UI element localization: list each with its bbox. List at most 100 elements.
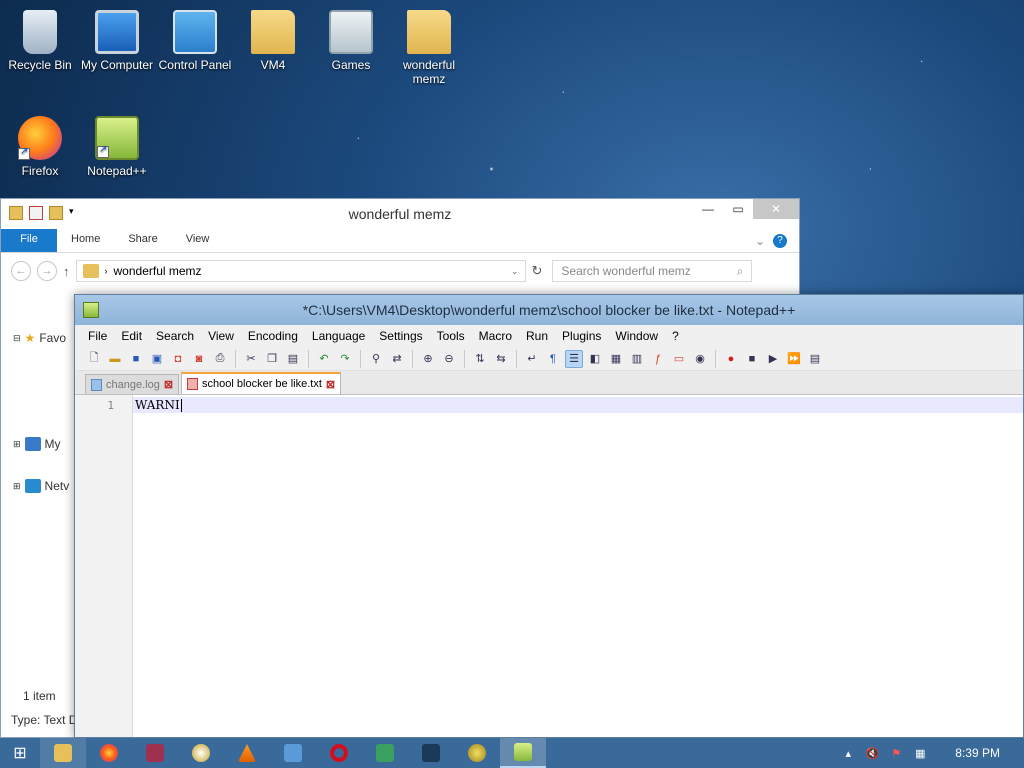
show-all-chars-icon[interactable]: ¶ <box>544 350 562 368</box>
notepadpp-titlebar[interactable]: *C:\Users\VM4\Desktop\wonderful memz\sch… <box>75 295 1023 325</box>
word-wrap-icon[interactable]: ↵ <box>523 350 541 368</box>
help-icon[interactable]: ? <box>773 233 787 248</box>
taskbar-firefox[interactable] <box>86 738 132 768</box>
up-arrow-icon[interactable]: ↑ <box>63 264 70 279</box>
menu-view[interactable]: View <box>201 329 241 343</box>
run-macro-multiple-icon[interactable]: ⏩ <box>785 350 803 368</box>
new-file-icon[interactable]: 🗋 <box>85 350 103 368</box>
sync-horizontal-icon[interactable]: ⇆ <box>492 350 510 368</box>
address-bar[interactable]: › wonderful memz ⌄ <box>75 260 526 282</box>
expand-icon[interactable]: ⊟ <box>13 333 21 344</box>
show-hidden-icons-icon[interactable]: ▴ <box>841 746 855 760</box>
close-file-icon[interactable]: ◘ <box>169 350 187 368</box>
menu-file[interactable]: File <box>81 329 114 343</box>
minimize-button[interactable]: — <box>693 199 723 219</box>
zoom-out-icon[interactable]: ⊖ <box>440 350 458 368</box>
record-macro-icon[interactable]: ● <box>722 350 740 368</box>
close-tab-icon[interactable]: ⊠ <box>326 378 335 391</box>
print-icon[interactable]: ⎙ <box>211 350 229 368</box>
forward-button[interactable]: → <box>37 261 57 281</box>
close-all-icon[interactable]: ◙ <box>190 350 208 368</box>
expand-ribbon-icon[interactable]: ⌄ <box>755 234 765 248</box>
desktop-icon-recycle-bin[interactable]: Recycle Bin <box>2 4 78 72</box>
desktop-icon-games[interactable]: Games <box>313 4 389 72</box>
tree-item-network[interactable]: ⊞ Netv <box>13 479 69 493</box>
taskbar-winrar[interactable] <box>132 738 178 768</box>
play-macro-icon[interactable]: ▶ <box>764 350 782 368</box>
desktop-icon-vm4[interactable]: VM4 <box>235 4 311 72</box>
menu-macro[interactable]: Macro <box>472 329 519 343</box>
desktop-icon-control-panel[interactable]: Control Panel <box>157 4 233 72</box>
document-map-icon[interactable]: ▦ <box>607 350 625 368</box>
notepadpp-window[interactable]: *C:\Users\VM4\Desktop\wonderful memz\sch… <box>74 294 1024 738</box>
taskbar-app[interactable] <box>454 738 500 768</box>
redo-icon[interactable]: ↷ <box>336 350 354 368</box>
menu-encoding[interactable]: Encoding <box>241 329 305 343</box>
desktop-icon-notepadpp[interactable]: Notepad++ <box>79 110 155 178</box>
tab-file[interactable]: File <box>1 229 57 252</box>
refresh-icon[interactable]: ↻ <box>532 263 543 279</box>
tab-home[interactable]: Home <box>57 229 114 252</box>
desktop-icon-my-computer[interactable]: My Computer <box>79 4 155 72</box>
menu-edit[interactable]: Edit <box>114 329 149 343</box>
menu-window[interactable]: Window <box>608 329 665 343</box>
explorer-titlebar[interactable]: ▾ wonderful memz — ▭ ✕ <box>1 199 799 229</box>
expand-icon[interactable]: ⊞ <box>13 439 21 450</box>
taskbar-tool[interactable] <box>362 738 408 768</box>
copy-icon[interactable]: ❐ <box>263 350 281 368</box>
language-udl-icon[interactable]: ◧ <box>586 350 604 368</box>
tab-view[interactable]: View <box>172 229 224 252</box>
document-list-icon[interactable]: ▥ <box>628 350 646 368</box>
save-macro-icon[interactable]: ▤ <box>806 350 824 368</box>
back-button[interactable]: ← <box>11 261 31 281</box>
close-button[interactable]: ✕ <box>753 199 799 219</box>
volume-muted-icon[interactable]: 🔇 <box>865 746 879 760</box>
taskbar-terminal[interactable] <box>408 738 454 768</box>
chevron-down-icon[interactable]: ⌄ <box>511 266 519 277</box>
taskbar-notepadpp[interactable] <box>500 738 546 768</box>
taskbar-media[interactable] <box>178 738 224 768</box>
taskbar-opera[interactable] <box>316 738 362 768</box>
tree-item-my-computer[interactable]: ⊞ My <box>13 437 61 451</box>
editor-content[interactable]: WARNI <box>135 398 182 412</box>
tab-share[interactable]: Share <box>114 229 171 252</box>
paste-icon[interactable]: ▤ <box>284 350 302 368</box>
menu-plugins[interactable]: Plugins <box>555 329 608 343</box>
desktop-icon-wonderful-memz[interactable]: wonderful memz <box>391 4 467 86</box>
taskbar-vlc[interactable] <box>224 738 270 768</box>
menu-tools[interactable]: Tools <box>430 329 472 343</box>
save-all-icon[interactable]: ▣ <box>148 350 166 368</box>
open-file-icon[interactable]: ▬ <box>106 350 124 368</box>
tree-item-favorites[interactable]: ⊟ ★ Favo <box>13 331 66 345</box>
replace-icon[interactable]: ⇄ <box>388 350 406 368</box>
stop-macro-icon[interactable]: ■ <box>743 350 761 368</box>
taskbar-remote[interactable] <box>270 738 316 768</box>
network-icon[interactable]: ▦ <box>913 746 927 760</box>
zoom-in-icon[interactable]: ⊕ <box>419 350 437 368</box>
action-center-icon[interactable]: ⚑ <box>889 746 903 760</box>
cut-icon[interactable]: ✂ <box>242 350 260 368</box>
indent-guide-icon[interactable]: ☰ <box>565 349 583 368</box>
taskbar-clock[interactable]: 8:39 PM <box>955 746 1000 760</box>
text-editor[interactable]: 1 WARNI <box>75 395 1023 737</box>
sync-vertical-icon[interactable]: ⇅ <box>471 350 489 368</box>
menu-run[interactable]: Run <box>519 329 555 343</box>
taskbar-explorer[interactable] <box>40 738 86 768</box>
expand-icon[interactable]: ⊞ <box>13 481 21 492</box>
find-icon[interactable]: ⚲ <box>367 350 385 368</box>
desktop-icon-firefox[interactable]: Firefox <box>2 110 78 178</box>
menu-search[interactable]: Search <box>149 329 201 343</box>
monitoring-icon[interactable]: ◉ <box>691 350 709 368</box>
maximize-button[interactable]: ▭ <box>723 199 753 219</box>
save-icon[interactable]: ■ <box>127 350 145 368</box>
menu-language[interactable]: Language <box>305 329 372 343</box>
function-list-icon[interactable]: ƒ <box>649 350 667 368</box>
menu-help[interactable]: ? <box>665 329 686 343</box>
tab-change-log[interactable]: change.log ⊠ <box>85 374 180 394</box>
start-button[interactable]: ⊞ <box>0 738 40 768</box>
undo-icon[interactable]: ↶ <box>315 350 333 368</box>
close-tab-icon[interactable]: ⊠ <box>164 378 173 391</box>
menu-settings[interactable]: Settings <box>372 329 429 343</box>
tab-school-blocker[interactable]: school blocker be like.txt ⊠ <box>181 372 342 394</box>
search-input[interactable]: Search wonderful memz ⌕ <box>552 260 753 282</box>
